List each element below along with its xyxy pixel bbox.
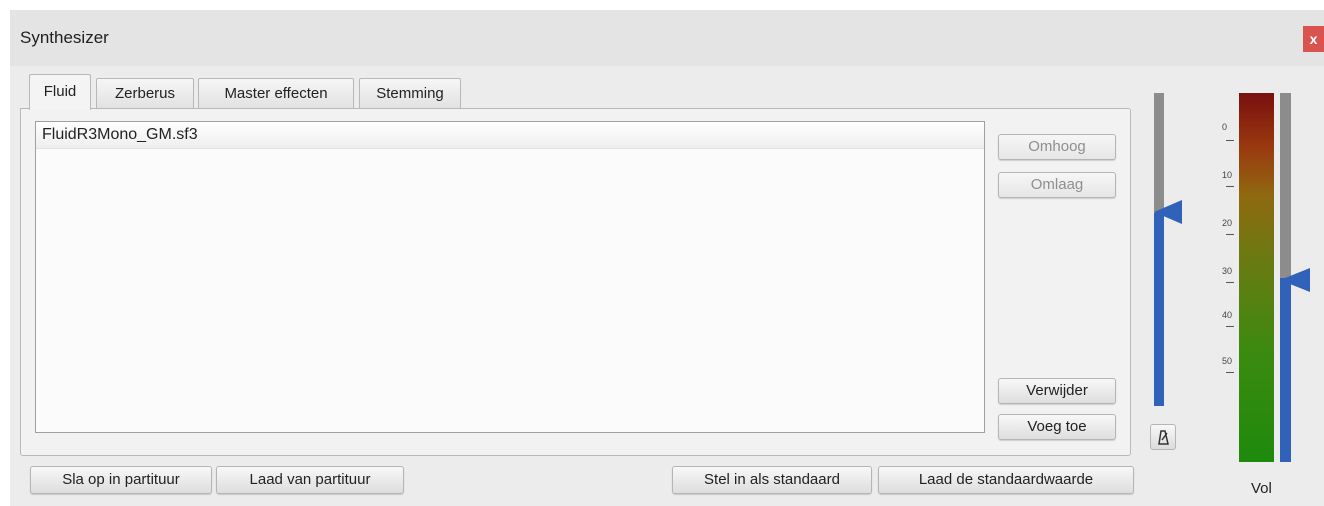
slider-fill xyxy=(1154,213,1164,406)
tick-label: 10 xyxy=(1222,170,1233,180)
tick-label: 20 xyxy=(1222,218,1233,228)
metronome-icon xyxy=(1158,430,1169,445)
move-down-button[interactable]: Omlaag xyxy=(998,172,1116,198)
slider-handle[interactable] xyxy=(1154,198,1184,228)
volume-label: Vol xyxy=(1251,480,1272,497)
close-button[interactable]: x xyxy=(1303,26,1324,52)
set-as-default-button[interactable]: Stel in als standaard xyxy=(672,466,872,494)
remove-button[interactable]: Verwijder xyxy=(998,378,1116,404)
add-button[interactable]: Voeg toe xyxy=(998,414,1116,440)
title-bar: Synthesizer x xyxy=(10,10,1324,66)
tick-label: 0 xyxy=(1222,122,1228,132)
tab-zerberus[interactable]: Zerberus xyxy=(96,78,194,108)
tab-content-fluid: FluidR3Mono_GM.sf3 xyxy=(20,108,1131,456)
tab-fluid[interactable]: Fluid xyxy=(29,74,91,110)
soundfont-list[interactable]: FluidR3Mono_GM.sf3 xyxy=(35,121,985,433)
slider-fill xyxy=(1280,278,1291,462)
metronome-button[interactable] xyxy=(1150,424,1176,450)
slider-handle[interactable] xyxy=(1280,266,1324,296)
tick-label: 50 xyxy=(1222,356,1233,366)
slider-track xyxy=(1154,93,1164,213)
window-title: Synthesizer xyxy=(20,28,109,47)
load-default-button[interactable]: Laad de standaardwaarde xyxy=(878,466,1134,494)
tick-label: 30 xyxy=(1222,266,1233,276)
save-to-score-button[interactable]: Sla op in partituur xyxy=(30,466,212,494)
tab-master-effecten[interactable]: Master effecten xyxy=(198,78,354,108)
load-from-score-button[interactable]: Laad van partituur xyxy=(216,466,404,494)
list-item[interactable]: FluidR3Mono_GM.sf3 xyxy=(36,122,984,149)
move-up-button[interactable]: Omhoog xyxy=(998,134,1116,160)
tab-stemming[interactable]: Stemming xyxy=(359,78,461,108)
slider-track xyxy=(1280,93,1291,278)
tick-label: 40 xyxy=(1222,310,1233,320)
volume-meter xyxy=(1239,93,1274,462)
